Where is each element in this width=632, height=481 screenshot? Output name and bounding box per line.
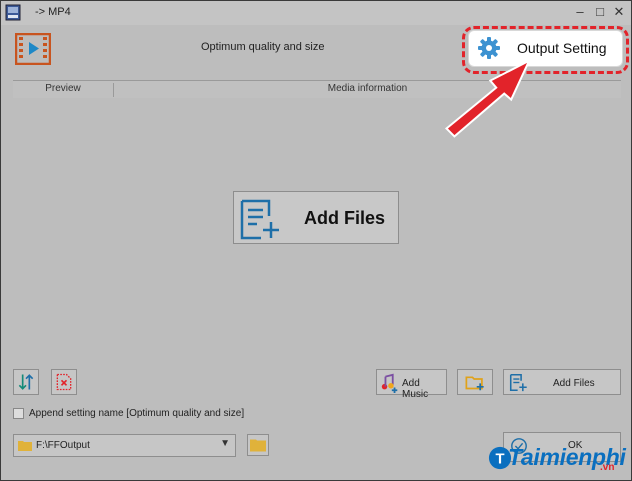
browse-folder-button[interactable] <box>247 434 269 456</box>
sort-icon <box>18 374 34 390</box>
app-title-icon <box>5 4 21 21</box>
sort-button[interactable] <box>13 369 39 395</box>
maximize-button[interactable]: □ <box>591 4 609 20</box>
output-setting-button[interactable]: Output Setting <box>469 31 622 66</box>
watermark-suffix: .vn <box>600 462 615 473</box>
output-folder-path: F:\FFOutput <box>36 440 90 451</box>
output-folder-select[interactable]: F:\FFOutput ▼ <box>13 434 236 457</box>
add-files-center-label: Add Files <box>304 208 386 228</box>
main-window: -> MP4 – □ ✕ Optimum quality and size Pr… <box>0 0 632 481</box>
preset-label: Optimum quality and size <box>201 41 325 53</box>
add-music-button[interactable]: Add Music <box>376 369 447 400</box>
add-folder-icon <box>465 376 484 391</box>
output-setting-label: Output Setting <box>517 40 607 56</box>
add-files-icon <box>240 199 279 240</box>
add-files-label: Add Files <box>553 378 595 389</box>
watermark-logo: T Taimienphi .vn <box>488 442 628 474</box>
remove-button[interactable] <box>51 369 77 395</box>
window-title: -> MP4 <box>35 6 71 18</box>
app-video-icon <box>15 33 51 65</box>
column-header-preview[interactable]: Preview <box>13 83 114 97</box>
svg-text:T: T <box>495 452 504 468</box>
add-files-small-icon <box>509 373 527 392</box>
minimize-button[interactable]: – <box>571 4 589 20</box>
add-folder-button[interactable] <box>457 369 493 395</box>
remove-icon <box>56 373 72 391</box>
add-music-label: Add Music <box>402 378 429 400</box>
title-bar: -> MP4 – □ ✕ <box>1 1 631 25</box>
column-header-media-information[interactable]: Media information <box>114 83 621 94</box>
append-setting-checkbox[interactable] <box>13 408 24 419</box>
close-button[interactable]: ✕ <box>610 4 628 20</box>
chevron-down-icon: ▼ <box>220 438 230 449</box>
media-table-header: Preview Media information <box>13 80 621 99</box>
add-files-button[interactable]: Add Files <box>503 369 621 395</box>
add-music-icon <box>381 373 398 393</box>
gear-icon <box>478 37 500 59</box>
add-files-center-button[interactable]: Add Files <box>233 191 399 244</box>
append-setting-label: Append setting name [Optimum quality and… <box>29 408 245 419</box>
browse-folder-icon <box>250 439 266 452</box>
folder-icon <box>18 441 32 451</box>
